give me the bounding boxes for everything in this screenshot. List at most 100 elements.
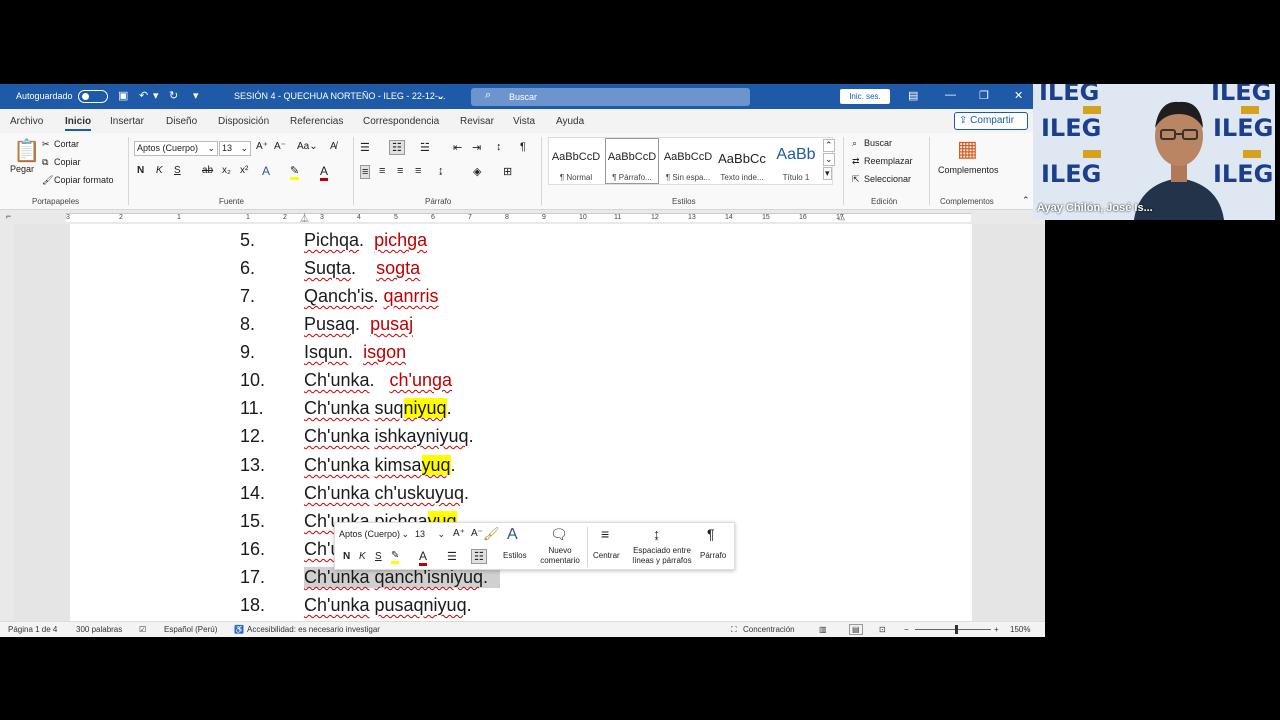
style-heading-1[interactable]: AaBb Título 1 bbox=[769, 143, 823, 183]
italic-icon[interactable]: K bbox=[359, 551, 366, 562]
word-count[interactable]: 300 palabras bbox=[76, 625, 122, 634]
line-spacing-icon[interactable]: ↨ bbox=[438, 165, 444, 177]
tab-disposicion[interactable]: Disposición bbox=[218, 116, 269, 127]
spacing-button[interactable]: Espaciado entre líneas y párrafos bbox=[628, 546, 696, 566]
collapse-ribbon-icon[interactable]: ⌃ bbox=[1022, 195, 1030, 206]
styles-scroll-up-icon[interactable]: ⌃ bbox=[823, 139, 835, 152]
mini-font-name-combo[interactable]: Aptos (Cuerpo) ⌄ bbox=[337, 528, 411, 543]
share-button[interactable]: ⇪ Compartir bbox=[954, 112, 1028, 130]
proofing-icon[interactable]: ☑ bbox=[139, 625, 146, 634]
accessibility-icon[interactable]: ♿ bbox=[234, 625, 244, 634]
addins-button[interactable]: Complementos bbox=[938, 165, 999, 175]
font-size-combo[interactable]: 13 ⌄ bbox=[219, 141, 251, 156]
clear-formatting-icon[interactable]: A̸ bbox=[330, 141, 337, 152]
right-indent-marker-icon[interactable]: △ bbox=[838, 211, 845, 222]
mini-font-size-combo[interactable]: 13 ⌄ bbox=[413, 528, 447, 543]
find-icon[interactable]: ⌕ bbox=[852, 138, 857, 149]
document-title[interactable]: SESIÓN 4 - QUECHUA NORTEÑO - ILEG - 22-1… bbox=[234, 91, 445, 101]
tab-vista[interactable]: Vista bbox=[513, 116, 535, 127]
tab-archivo[interactable]: Archivo bbox=[10, 116, 43, 127]
paragraph-icon[interactable]: ¶ bbox=[707, 526, 715, 542]
tab-ayuda[interactable]: Ayuda bbox=[556, 116, 584, 127]
sort-icon[interactable]: ↕ bbox=[496, 141, 502, 153]
shrink-font-icon[interactable]: A⁻ bbox=[274, 141, 286, 152]
focus-icon[interactable]: ⛶ bbox=[731, 625, 737, 635]
tab-correspondencia[interactable]: Correspondencia bbox=[363, 116, 439, 127]
borders-icon[interactable]: ⊞ bbox=[503, 165, 512, 178]
bold-icon[interactable]: N bbox=[137, 165, 144, 176]
style-indented-text[interactable]: AaBbCc Texto inde... bbox=[715, 143, 769, 183]
print-layout-icon[interactable]: ▤ bbox=[849, 624, 863, 635]
style-no-spacing[interactable]: AaBbCcD ¶ Sin espa... bbox=[661, 143, 715, 183]
zoom-out-icon[interactable]: − bbox=[904, 625, 909, 634]
undo-icon[interactable]: ↶ bbox=[139, 89, 148, 102]
text-effects-icon[interactable]: A bbox=[262, 164, 270, 178]
zoom-in-icon[interactable]: + bbox=[994, 625, 999, 634]
new-comment-button[interactable]: Nuevo comentario bbox=[538, 546, 582, 566]
bullets-icon[interactable]: ☰ bbox=[447, 550, 457, 563]
line-spacing-icon[interactable]: ↨ bbox=[653, 526, 660, 542]
copy-button[interactable]: Copiar bbox=[54, 157, 81, 167]
tab-insertar[interactable]: Insertar bbox=[110, 116, 144, 127]
increase-indent-icon[interactable]: ⇥ bbox=[472, 141, 481, 154]
align-center-icon[interactable]: ≡ bbox=[379, 165, 385, 177]
underline-icon[interactable]: S bbox=[174, 165, 181, 176]
strikethrough-icon[interactable]: ab bbox=[202, 165, 213, 176]
styles-scroll-down-icon[interactable]: ⌄ bbox=[823, 153, 835, 166]
cut-icon[interactable]: ✂ bbox=[42, 139, 50, 150]
show-marks-icon[interactable]: ¶ bbox=[520, 141, 526, 153]
save-icon[interactable]: ▣ bbox=[118, 89, 128, 102]
change-case-icon[interactable]: Aa⌄ bbox=[297, 141, 318, 152]
grow-font-icon[interactable]: A⁺ bbox=[256, 141, 268, 152]
select-button[interactable]: Seleccionar bbox=[864, 174, 911, 184]
autosave-toggle[interactable] bbox=[78, 90, 108, 103]
sign-in-button[interactable]: Inic. ses. bbox=[840, 89, 890, 104]
align-left-icon[interactable]: ≡ bbox=[360, 165, 371, 179]
tab-revisar[interactable]: Revisar bbox=[460, 116, 494, 127]
zoom-slider-thumb[interactable] bbox=[955, 625, 958, 634]
redo-icon[interactable]: ↻ bbox=[169, 89, 178, 102]
read-mode-icon[interactable]: ▥ bbox=[819, 625, 827, 634]
select-icon[interactable]: ⇱ bbox=[852, 174, 860, 185]
page-count[interactable]: Página 1 de 4 bbox=[8, 625, 57, 634]
minimize-icon[interactable]: — bbox=[945, 89, 956, 101]
language[interactable]: Español (Perú) bbox=[164, 625, 217, 634]
style-normal[interactable]: AaBbCcD ¶ Normal bbox=[549, 143, 603, 183]
numbering-icon[interactable]: ☷ bbox=[389, 140, 405, 155]
styles-button[interactable]: Estilos bbox=[503, 551, 527, 560]
align-right-icon[interactable]: ≡ bbox=[397, 165, 403, 177]
paste-icon[interactable]: 📋 bbox=[13, 138, 40, 164]
bold-icon[interactable]: N bbox=[343, 551, 350, 562]
numbering-icon[interactable]: ☷ bbox=[471, 549, 487, 564]
undo-dropdown-icon[interactable]: ▾ bbox=[153, 89, 159, 102]
justify-icon[interactable]: ≡ bbox=[415, 165, 421, 177]
restore-icon[interactable]: ❐ bbox=[979, 89, 989, 102]
web-layout-icon[interactable]: ⊡ bbox=[879, 625, 886, 634]
focus-mode[interactable]: Concentración bbox=[743, 625, 795, 634]
close-icon[interactable]: ✕ bbox=[1014, 89, 1023, 102]
replace-button[interactable]: Reemplazar bbox=[864, 156, 913, 166]
format-painter-icon[interactable]: 🖌 bbox=[483, 526, 500, 542]
decrease-indent-icon[interactable]: ⇤ bbox=[453, 141, 462, 154]
zoom-level[interactable]: 150% bbox=[1010, 625, 1030, 634]
grow-font-icon[interactable]: A⁺ bbox=[453, 528, 465, 539]
font-color-icon[interactable]: A bbox=[320, 164, 329, 181]
font-color-icon[interactable]: A bbox=[419, 549, 428, 566]
italic-icon[interactable]: K bbox=[156, 165, 163, 176]
cut-button[interactable]: Cortar bbox=[54, 139, 79, 149]
subscript-icon[interactable]: x₂ bbox=[222, 165, 231, 176]
styles-icon[interactable]: A bbox=[507, 526, 518, 544]
title-chevron-icon[interactable]: ⌄ bbox=[436, 89, 445, 102]
tab-inicio[interactable]: Inicio bbox=[65, 116, 92, 131]
highlight-color-icon[interactable]: ✎ bbox=[391, 550, 400, 564]
styles-more-icon[interactable]: ▾ bbox=[823, 167, 832, 180]
multilevel-list-icon[interactable]: ☱ bbox=[420, 141, 430, 154]
tab-diseno[interactable]: Diseño bbox=[166, 116, 197, 127]
center-button[interactable]: Centrar bbox=[593, 551, 620, 560]
shrink-font-icon[interactable]: A⁻ bbox=[471, 528, 483, 539]
zoom-slider[interactable] bbox=[915, 629, 991, 630]
find-button[interactable]: Buscar bbox=[864, 138, 892, 148]
ribbon-display-icon[interactable]: ▤ bbox=[908, 89, 918, 102]
new-comment-icon[interactable]: 🗨 bbox=[550, 526, 568, 543]
paste-button[interactable]: Pegar bbox=[10, 164, 34, 174]
